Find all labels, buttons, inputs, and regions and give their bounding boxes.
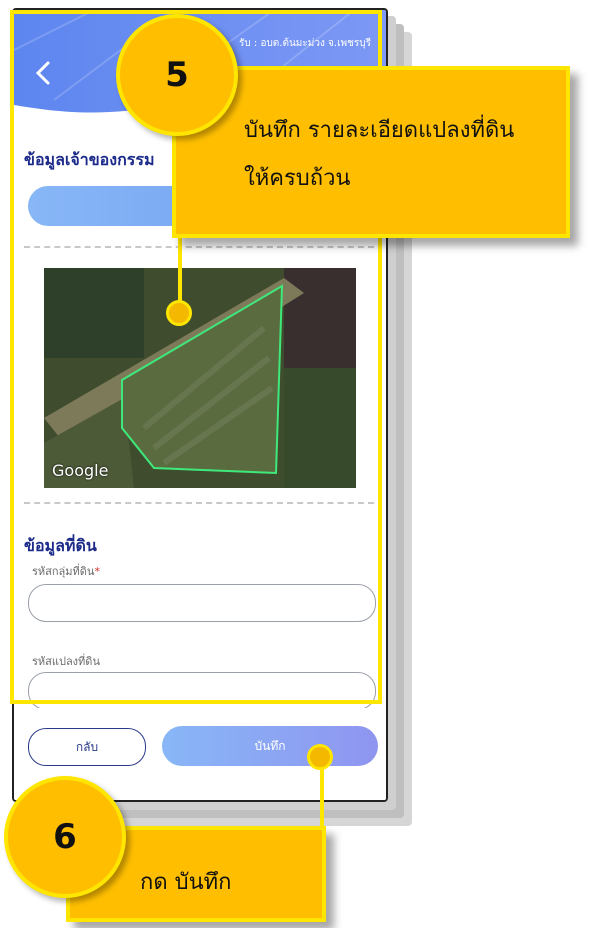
google-logo: Google xyxy=(52,461,109,480)
back-button[interactable]: กลับ xyxy=(28,728,146,766)
owner-section-title: ข้อมูลเจ้าของกรรม xyxy=(24,150,155,169)
step5-line1: บันทึก รายละเอียดแปลงที่ดิน xyxy=(244,118,515,143)
pointer-dot xyxy=(166,300,192,326)
satellite-map[interactable]: Google xyxy=(44,268,356,488)
map-imagery xyxy=(44,268,356,488)
header-subtitle: รับ : อบต.ต้นมะม่วง จ.เพชรบุรี xyxy=(239,38,371,49)
group-code-label-text: รหัสกลุ่มที่ดิน xyxy=(32,565,95,578)
group-code-input[interactable] xyxy=(28,584,376,622)
land-section-title: ข้อมูลที่ดิน xyxy=(24,536,97,555)
required-mark: * xyxy=(94,565,100,578)
step5-badge: 5 xyxy=(116,14,238,136)
pointer-dot xyxy=(307,744,333,770)
step6-badge: 6 xyxy=(4,776,126,898)
group-code-label: รหัสกลุ่มที่ดิน* xyxy=(32,562,100,580)
plot-code-input[interactable] xyxy=(28,672,376,710)
divider xyxy=(24,502,374,504)
back-arrow-icon[interactable] xyxy=(32,60,54,86)
divider xyxy=(24,246,374,248)
step6-text: กด บันทึก xyxy=(140,870,232,895)
plot-code-label: รหัสแปลงที่ดิน xyxy=(32,655,100,668)
callout-connector xyxy=(320,760,324,830)
step5-line2: ให้ครบถ้วน xyxy=(244,166,351,191)
save-button[interactable]: บันทึก xyxy=(162,726,378,766)
